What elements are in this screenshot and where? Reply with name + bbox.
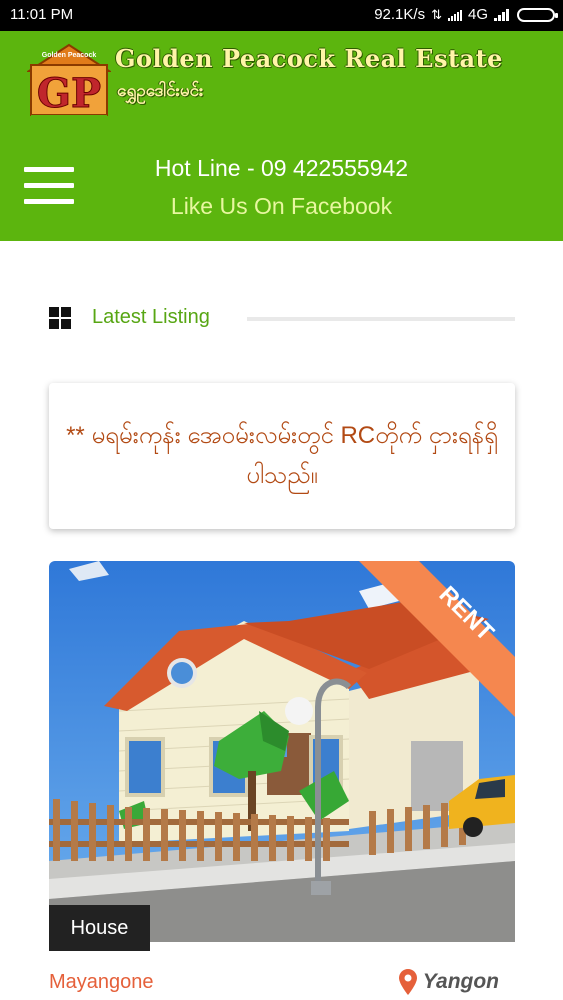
listing-image[interactable]: RENT: [49, 561, 515, 942]
facebook-link[interactable]: Like Us On Facebook: [0, 193, 563, 220]
signal-icon: [447, 9, 462, 21]
city-label: Yangon: [422, 970, 499, 993]
site-header: Golden Peacock GP Golden Peacock Real Es…: [0, 31, 563, 241]
brand-logo[interactable]: Golden Peacock GP: [27, 41, 111, 133]
house-illustration: RENT: [49, 561, 515, 942]
signal-strength-icon: [494, 8, 509, 21]
section-title: Latest Listing: [92, 306, 210, 328]
status-time: 11:01 PM: [10, 6, 74, 23]
status-bar: 11:01 PM 92.1K/s ⇅ 4G: [0, 0, 563, 31]
brand-name-myanmar: ရွှေဥဒေါင်းမင်း: [117, 81, 204, 100]
svg-text:Golden Peacock: Golden Peacock: [42, 52, 97, 59]
section-divider: [247, 317, 515, 321]
notice-text: ** မရမ်းကုန်း အေဝမ်းလမ်းတွင် RCတိုက် ငှာ…: [66, 422, 498, 489]
notice-card[interactable]: ** မရမ်းကုန်း အေဝမ်းလမ်းတွင် RCတိုက် ငှာ…: [49, 383, 515, 529]
hotline-label: Hot Line - 09 422555942: [154, 155, 409, 181]
property-type-badge: House: [49, 905, 150, 951]
location-area[interactable]: Mayangone: [49, 971, 154, 994]
battery-icon: [517, 7, 558, 22]
network-speed: 92.1K/s: [374, 6, 426, 23]
grid-icon: [49, 307, 71, 329]
latest-listing-header: Latest Listing: [49, 306, 515, 332]
map-pin-icon: [398, 969, 417, 995]
status-indicators: 92.1K/s ⇅ 4G: [374, 6, 558, 23]
brand-name: Golden Peacock Real Estate: [115, 44, 503, 73]
svg-text:GP: GP: [37, 70, 101, 117]
network-type: 4G: [467, 6, 488, 23]
listing-card[interactable]: RENT House Mayangone Yangon: [49, 561, 515, 1000]
hotline-text[interactable]: Hot Line - 09 422555942: [0, 155, 563, 182]
location-city: Yangon: [398, 969, 499, 995]
data-transfer-icon: ⇅: [431, 6, 442, 22]
